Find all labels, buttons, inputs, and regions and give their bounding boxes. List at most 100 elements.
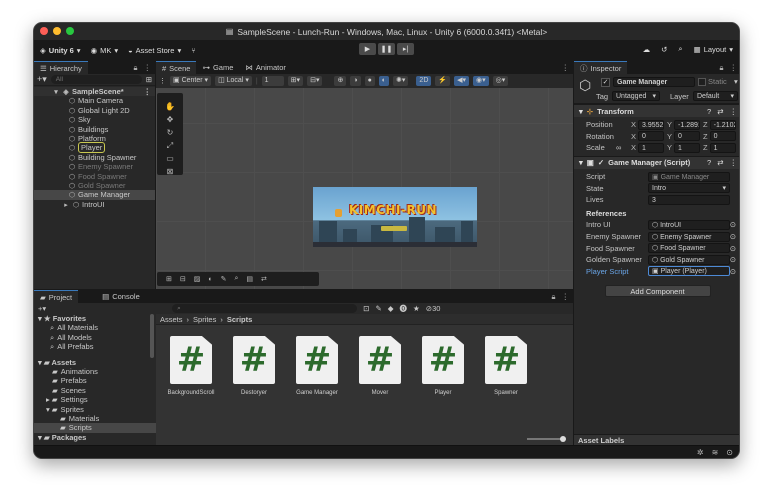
rotation-y-input[interactable]: 0	[674, 131, 701, 142]
assets-root[interactable]: ▾ ▰ Assets	[34, 358, 156, 367]
rotate-tool-icon[interactable]: ↻	[167, 127, 174, 139]
scale-y-input[interactable]: 1	[674, 142, 701, 153]
gizmos-dropdown[interactable]: ◎▾	[492, 76, 509, 86]
object-picker-icon[interactable]: ⊙	[730, 232, 736, 241]
drag-handle-icon[interactable]: ⋮	[159, 77, 166, 85]
kebab-menu-icon[interactable]: ⋮	[730, 107, 738, 116]
audio-toggle-dropdown[interactable]: ◀▾	[454, 76, 469, 86]
script-asset[interactable]: # Mover	[349, 336, 411, 396]
expand-arrow-icon[interactable]: ▸	[46, 395, 50, 404]
sprite-icon[interactable]: ▨	[194, 275, 201, 283]
scene-viewport[interactable]	[156, 74, 573, 289]
expand-arrow-icon[interactable]: ▾	[579, 107, 583, 116]
object-reference-field[interactable]: ⬡ Enemy Spawner	[648, 231, 730, 242]
lighting-dropdown[interactable]: ✺▾	[393, 76, 409, 86]
slider-handle[interactable]	[560, 436, 566, 442]
tab-console[interactable]: ▤ Console	[96, 290, 146, 303]
tab-scene[interactable]: # Scene	[156, 61, 197, 74]
layer-dropdown[interactable]: Default ▾	[693, 91, 738, 101]
game-camera-preview[interactable]: KIMCHI-RUN	[313, 187, 477, 247]
script-component-header[interactable]: ▾ ▣ ✓ Game Manager (Script) ? ⇄ ⋮	[574, 155, 739, 169]
hand-tool-icon[interactable]: ✋	[165, 101, 175, 113]
kebab-menu-icon[interactable]: ⋮	[562, 63, 570, 72]
script-asset[interactable]: # Spawner	[475, 336, 537, 396]
object-picker-icon[interactable]: ⊙	[730, 267, 736, 276]
rotation-z-input[interactable]: 0	[709, 131, 736, 142]
toggle-2d-button[interactable]: 2D	[416, 76, 432, 86]
hierarchy-item[interactable]: ⬡ Buildings	[34, 125, 155, 134]
breadcrumb-item[interactable]: Assets	[160, 315, 183, 324]
increment-snap-dropdown[interactable]: ⊟▾	[307, 76, 323, 86]
position-y-input[interactable]: -1.2891	[674, 119, 701, 130]
version-control-button[interactable]: ⑂	[191, 46, 196, 55]
project-search-input[interactable]: ⌕	[172, 304, 358, 313]
search-icon[interactable]: ⌕	[678, 44, 682, 54]
favorite-item[interactable]: ⌕ All Materials	[34, 323, 156, 332]
tab-project[interactable]: ▰ Project	[34, 290, 79, 303]
favorite-item[interactable]: ⌕ All Models	[34, 333, 156, 342]
step-button[interactable]: ▸|	[397, 43, 414, 55]
expand-arrow-icon[interactable]: ▾	[579, 158, 583, 167]
minimize-window-button[interactable]	[53, 27, 61, 35]
tab-inspector[interactable]: ⓘ Inspector	[574, 61, 628, 74]
folder-item[interactable]: ▸ ▰ Settings	[34, 395, 156, 404]
folder-item[interactable]: ▰ Scripts	[34, 423, 156, 433]
hierarchy-item[interactable]: ⬡ Global Light 2D	[34, 106, 155, 115]
grid-overlay-icon[interactable]: ⊞	[166, 275, 172, 283]
filter-label-icon[interactable]: ✎	[375, 304, 381, 313]
lock-icon[interactable]: 🔒︎	[720, 63, 724, 73]
add-icon[interactable]: +▾	[38, 304, 46, 313]
folder-item[interactable]: ▾ ▰ Sprites	[34, 405, 156, 414]
shading-wire-button[interactable]: ◑	[350, 76, 361, 86]
favorites-root[interactable]: ▾ ★ Favorites	[34, 314, 156, 323]
pause-button[interactable]: ❚❚	[378, 43, 395, 55]
paint-icon[interactable]: ✎	[221, 275, 227, 283]
hidden-icon[interactable]: ⊘30	[426, 304, 441, 313]
link-icon[interactable]: ∞	[616, 143, 621, 152]
script-asset[interactable]: # Game Manager	[286, 336, 348, 396]
object-reference-field[interactable]: ⬡ IntroUI	[648, 219, 730, 230]
icon-size-slider[interactable]	[527, 436, 566, 442]
component-enabled-checkbox[interactable]: ✓	[598, 158, 604, 167]
expand-arrow-icon[interactable]: ▸	[62, 201, 70, 210]
object-picker-icon[interactable]: ⊙	[730, 220, 736, 229]
hierarchy-item[interactable]: ⬡ Game Manager	[34, 190, 155, 200]
history-icon[interactable]: ↺	[661, 45, 667, 54]
rotation-x-input[interactable]: 0	[638, 131, 665, 142]
lock-icon[interactable]: 🔒︎	[134, 63, 138, 73]
presets-icon[interactable]: ⇄	[717, 107, 723, 116]
kebab-menu-icon[interactable]: ⋮	[144, 87, 152, 96]
object-reference-field[interactable]: ⬡ Gold Spawner	[648, 254, 730, 265]
grid-snap-dropdown[interactable]: ⊞▾	[287, 76, 304, 86]
script-asset[interactable]: # BackgroundScroll	[160, 336, 222, 396]
tag-icon[interactable]: ◆	[388, 304, 394, 313]
help-icon[interactable]: ?	[707, 158, 711, 167]
pivot-dropdown[interactable]: ▣ Center ▾	[170, 76, 212, 86]
object-name-input[interactable]: Game Manager	[613, 77, 695, 87]
tree-scrollbar[interactable]	[150, 314, 154, 358]
filter-icon[interactable]: ⊞	[146, 75, 152, 84]
expand-arrow-icon[interactable]: ▾	[38, 314, 42, 323]
rect-tool-icon[interactable]: ▭	[166, 153, 174, 165]
shading-solid-button[interactable]: ●	[364, 76, 375, 86]
kebab-menu-icon[interactable]: ⋮	[730, 63, 738, 73]
hierarchy-item[interactable]: ▸ ⬡ IntroUI	[34, 200, 155, 209]
filter-type-icon[interactable]: ⊡	[363, 304, 369, 313]
help-icon[interactable]: ?	[707, 107, 711, 116]
tag-dropdown[interactable]: Untagged ▾	[612, 91, 660, 101]
transform-tool-icon[interactable]: ⊠	[167, 166, 174, 178]
presets-icon[interactable]: ⇄	[717, 158, 723, 167]
stack-icon[interactable]: ▤	[246, 275, 253, 283]
folder-item[interactable]: ▰ Prefabs	[34, 376, 156, 385]
space-dropdown[interactable]: ◫ Local ▾	[215, 76, 252, 86]
zoom-icon[interactable]: ⌕	[234, 275, 238, 283]
move-tool-icon[interactable]: ✥	[167, 114, 174, 126]
snap-increment-field[interactable]: 1	[261, 76, 284, 86]
hierarchy-item[interactable]: ⬡ Player	[34, 142, 155, 154]
hierarchy-item[interactable]: ⬡ Enemy Spawner	[34, 162, 155, 171]
play-button[interactable]: ▶	[359, 43, 376, 55]
static-checkbox[interactable]	[698, 78, 706, 86]
chevron-down-icon[interactable]: ▾	[734, 77, 738, 86]
add-icon[interactable]: +▾	[37, 74, 47, 85]
check-circle-icon[interactable]: ⊙	[726, 448, 733, 457]
